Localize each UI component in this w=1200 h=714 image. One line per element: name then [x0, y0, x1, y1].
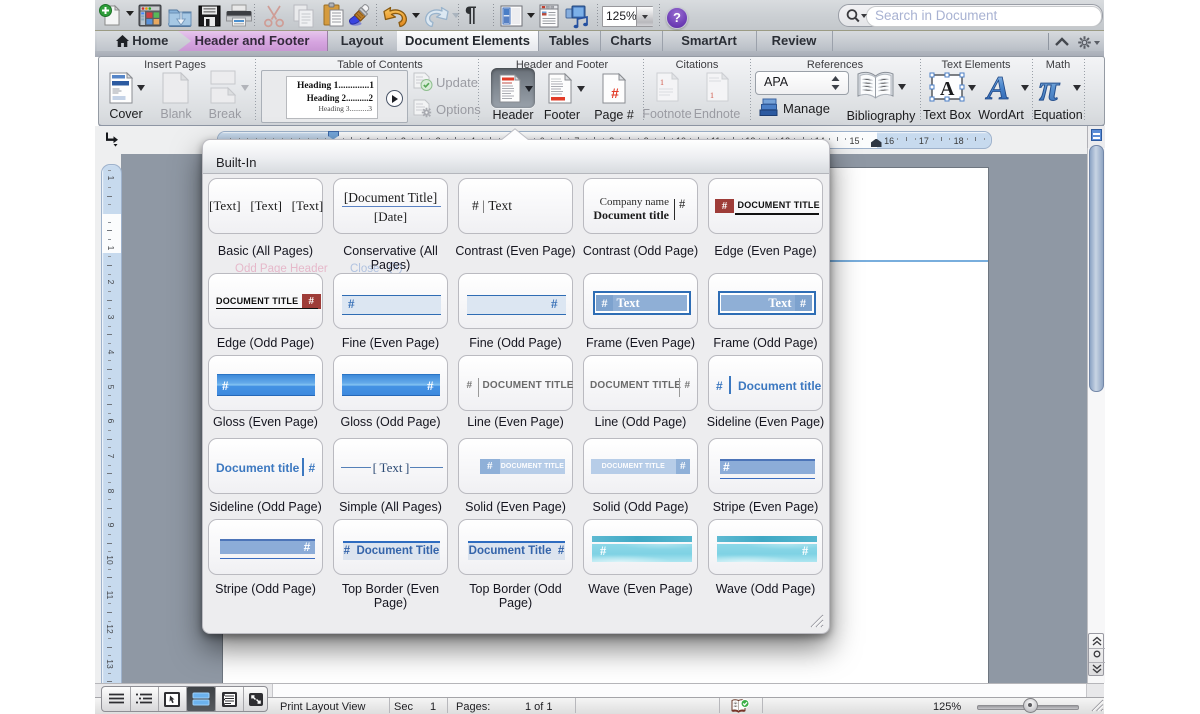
svg-text:π: π: [1039, 70, 1060, 104]
svg-text:1: 1: [710, 91, 714, 100]
svg-text:1: 1: [660, 78, 664, 87]
svg-text:A: A: [985, 70, 1010, 104]
svg-text:#: #: [611, 85, 619, 101]
